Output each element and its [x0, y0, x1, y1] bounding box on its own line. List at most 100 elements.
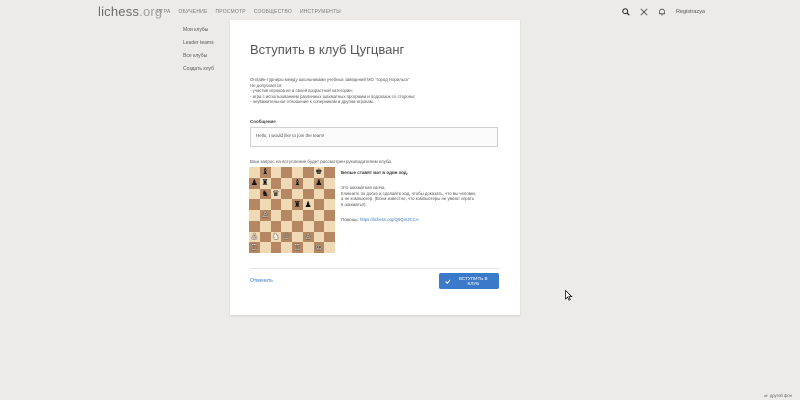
- board-square[interactable]: [324, 231, 335, 243]
- white-piece-icon[interactable]: ♕: [283, 232, 290, 241]
- board-square[interactable]: [313, 220, 325, 232]
- board-square[interactable]: [292, 188, 303, 200]
- board-square[interactable]: [302, 242, 314, 253]
- black-piece-icon[interactable]: ♜: [262, 179, 269, 187]
- board-square[interactable]: [281, 242, 292, 253]
- board-square[interactable]: [249, 210, 260, 221]
- cancel-link[interactable]: Отменить: [250, 278, 273, 284]
- board-square[interactable]: ♔: [313, 242, 325, 253]
- board-square[interactable]: [313, 188, 325, 200]
- board-square[interactable]: [281, 177, 292, 189]
- search-icon[interactable]: [622, 7, 631, 16]
- board-square[interactable]: [270, 167, 282, 178]
- board-square[interactable]: [281, 210, 292, 221]
- sidebar-item-all-teams[interactable]: Все клубы: [183, 53, 214, 59]
- help-link[interactable]: https://lichess.org/Q5Qm3CCA: [360, 217, 419, 222]
- black-piece-icon[interactable]: ♜: [294, 200, 301, 209]
- board-square[interactable]: [249, 220, 260, 232]
- black-piece-icon[interactable]: ♛: [272, 189, 279, 198]
- board-square[interactable]: [259, 220, 271, 232]
- board-square[interactable]: [324, 177, 335, 189]
- board-square[interactable]: [302, 167, 314, 178]
- sign-in-link[interactable]: Registrazya: [676, 9, 705, 15]
- board-square[interactable]: [292, 220, 303, 232]
- nav-item-learn[interactable]: Обучение: [178, 9, 207, 15]
- black-piece-icon[interactable]: ♟: [315, 179, 322, 187]
- board-square[interactable]: [270, 177, 282, 189]
- board-square[interactable]: ♞: [259, 188, 271, 200]
- board-square[interactable]: [302, 177, 314, 189]
- board-square[interactable]: [270, 242, 282, 253]
- board-square[interactable]: [324, 210, 335, 221]
- black-piece-icon[interactable]: ♚: [315, 168, 322, 176]
- nav-item-community[interactable]: Сообщество: [254, 9, 292, 15]
- board-square[interactable]: ♙: [302, 231, 314, 243]
- sidebar-item-create-team[interactable]: Создать клуб: [183, 66, 214, 72]
- site-logo[interactable]: lichess.org: [98, 4, 162, 19]
- board-square[interactable]: [313, 210, 325, 221]
- nav-item-play[interactable]: Игра: [157, 9, 170, 15]
- board-square[interactable]: ♚: [313, 167, 325, 178]
- board-square[interactable]: [324, 220, 335, 232]
- board-square[interactable]: [292, 167, 303, 178]
- board-square[interactable]: ♛: [270, 188, 282, 200]
- board-square[interactable]: [281, 188, 292, 200]
- board-square[interactable]: [292, 210, 303, 221]
- board-square[interactable]: [259, 231, 271, 243]
- board-square[interactable]: [270, 220, 282, 232]
- board-square[interactable]: [281, 199, 292, 210]
- nav-item-watch[interactable]: Просмотр: [215, 9, 245, 15]
- white-piece-icon[interactable]: ♞: [272, 232, 279, 241]
- board-square[interactable]: [302, 220, 314, 232]
- white-piece-icon[interactable]: ♖: [294, 243, 301, 252]
- board-square[interactable]: ♟: [249, 177, 260, 189]
- join-team-button[interactable]: Вступить в клуб: [439, 273, 499, 289]
- sidebar-item-leader-teams[interactable]: Leader teams: [183, 40, 214, 46]
- board-square[interactable]: [324, 188, 335, 200]
- board-square[interactable]: [249, 188, 260, 200]
- black-piece-icon[interactable]: ♟: [305, 200, 312, 209]
- board-square[interactable]: [270, 199, 282, 210]
- black-piece-icon[interactable]: ♝: [294, 179, 301, 187]
- board-square[interactable]: [313, 199, 325, 210]
- white-piece-icon[interactable]: ♖: [251, 243, 258, 252]
- board-square[interactable]: ♙: [249, 231, 260, 243]
- board-square[interactable]: [324, 167, 335, 178]
- board-square[interactable]: [324, 199, 335, 210]
- board-square[interactable]: [302, 188, 314, 200]
- board-square[interactable]: ♜: [292, 199, 303, 210]
- white-piece-icon[interactable]: ♙: [305, 232, 312, 241]
- captcha-chessboard[interactable]: ♝ ♚ ♟ ♜ ♝ ♟ ♞ ♛ ♜ ♟ ♙ ♙ ♞ ♕ ♙ ♖ ♖ ♔: [249, 167, 335, 253]
- message-textarea[interactable]: Hello, I would like to join the team!: [250, 127, 498, 147]
- board-square[interactable]: [281, 220, 292, 232]
- board-square[interactable]: ♖: [249, 242, 260, 253]
- white-piece-icon[interactable]: ♙: [251, 232, 258, 241]
- crossed-swords-icon[interactable]: [640, 7, 649, 16]
- board-square[interactable]: [259, 242, 271, 253]
- board-square[interactable]: ♝: [259, 167, 271, 178]
- bell-icon[interactable]: [658, 7, 667, 16]
- board-square[interactable]: [324, 242, 335, 253]
- board-square[interactable]: [249, 167, 260, 178]
- white-piece-icon[interactable]: ♔: [315, 243, 322, 252]
- nav-item-tools[interactable]: Инструменты: [300, 9, 341, 15]
- board-square[interactable]: [281, 167, 292, 178]
- board-square[interactable]: ♟: [313, 177, 325, 189]
- sidebar-item-my-teams[interactable]: Мои клубы: [183, 27, 214, 33]
- board-square[interactable]: [259, 199, 271, 210]
- black-piece-icon[interactable]: ♞: [262, 189, 269, 198]
- black-piece-icon[interactable]: ♟: [251, 179, 258, 187]
- board-square[interactable]: [292, 231, 303, 243]
- board-square[interactable]: ♜: [259, 177, 271, 189]
- white-piece-icon[interactable]: ♙: [262, 211, 269, 219]
- board-square[interactable]: ♕: [281, 231, 292, 243]
- board-square[interactable]: [270, 210, 282, 221]
- board-square[interactable]: ♝: [292, 177, 303, 189]
- board-square[interactable]: ♙: [259, 210, 271, 221]
- background-toggle[interactable]: ⇄ другой фон: [764, 393, 792, 398]
- board-square[interactable]: ♖: [292, 242, 303, 253]
- board-square[interactable]: [302, 210, 314, 221]
- black-piece-icon[interactable]: ♝: [262, 168, 269, 176]
- board-square[interactable]: [249, 199, 260, 210]
- board-square[interactable]: [313, 231, 325, 243]
